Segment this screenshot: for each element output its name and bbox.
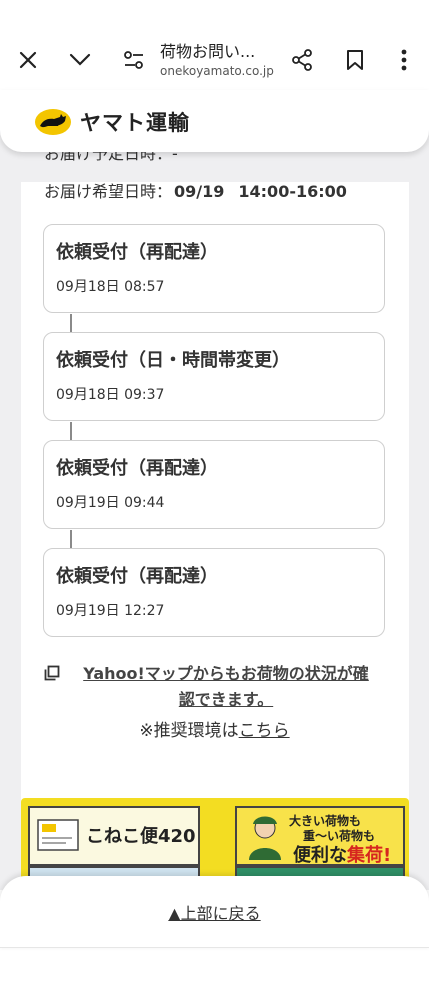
url-display[interactable]: onekoyamato.co.jp [160, 64, 280, 78]
timeline-label: 依頼受付（再配達） [56, 566, 218, 587]
external-window-icon [44, 665, 60, 681]
env-link[interactable]: こちら [239, 721, 290, 741]
back-to-top-link[interactable]: ▲上部に戻る [0, 900, 429, 924]
desired-date: 09/19 [174, 182, 225, 201]
parcel-box-icon [37, 819, 79, 851]
browser-toolbar: 荷物お問い... onekoyamato.co.jp [0, 0, 429, 91]
timeline-datetime: 09月19日 12:27 [56, 603, 165, 619]
timeline-datetime: 09月18日 08:57 [56, 279, 165, 295]
menu-button[interactable] [388, 44, 420, 76]
delivery-driver-icon [249, 816, 281, 860]
yamato-logo[interactable]: ヤマト運輸 [34, 107, 190, 137]
timeline-label: 依頼受付（日・時間帯変更） [56, 350, 290, 371]
site-header: ヤマト運輸 [0, 90, 429, 152]
desired-time: 14:00-16:00 [238, 182, 347, 201]
back-to-top-bar: ▲上部に戻る [0, 876, 429, 948]
more-vert-icon [401, 49, 407, 71]
banner-right-line3a: 便利な [293, 845, 347, 866]
recommended-env: ※推奨環境はこちら [0, 716, 429, 741]
collapse-button[interactable] [64, 44, 96, 76]
chevron-down-icon [69, 53, 91, 66]
desired-label: お届け希望日時： [44, 182, 173, 201]
map-link-line2[interactable]: 認できます。 [179, 690, 273, 709]
tune-icon [124, 51, 143, 69]
timeline-connector [70, 314, 72, 332]
nekoposu-banner[interactable]: こねこ便420 [28, 806, 200, 866]
tab-title[interactable]: 荷物お問い... [160, 38, 278, 62]
banner-left-text: こねこ便420 [86, 826, 196, 847]
timeline-connector [70, 530, 72, 548]
timeline-connector [70, 422, 72, 440]
close-tab-button[interactable] [12, 44, 44, 76]
timeline-label: 依頼受付（再配達） [56, 458, 218, 479]
bookmark-button[interactable] [339, 44, 371, 76]
pickup-banner[interactable]: 大きい荷物も 重～い荷物も 便利な集荷! [235, 806, 405, 866]
yahoo-map-link[interactable]: Yahoo!マップからもお荷物の状況が確 認できます。 [44, 661, 388, 713]
banner-right-line3: 便利な集荷! [293, 841, 391, 867]
close-icon [19, 51, 37, 69]
banner-right-line3b: 集荷! [347, 845, 392, 866]
bottom-divider [0, 947, 429, 948]
desired-delivery: お届け希望日時： 09/19 14:00-16:00 [44, 178, 347, 202]
timeline-datetime: 09月18日 09:37 [56, 387, 165, 403]
black-cat-logo-icon [35, 109, 71, 135]
timeline-label: 依頼受付（再配達） [56, 242, 218, 263]
site-settings-button[interactable] [118, 44, 150, 76]
timeline-item: 依頼受付（再配達） 09月19日 09:44 [43, 440, 385, 529]
env-prefix: ※推奨環境は [139, 721, 239, 741]
timeline-item: 依頼受付（再配達） 09月18日 08:57 [43, 224, 385, 313]
share-button[interactable] [286, 44, 318, 76]
bookmark-icon [347, 50, 363, 70]
logo-text: ヤマト運輸 [80, 111, 190, 135]
timeline-item: 依頼受付（再配達） 09月19日 12:27 [43, 548, 385, 637]
share-icon [292, 49, 312, 71]
timeline-datetime: 09月19日 09:44 [56, 495, 165, 511]
map-link-line1[interactable]: Yahoo!マップからもお荷物の状況が確 [83, 664, 369, 683]
timeline-item: 依頼受付（日・時間帯変更） 09月18日 09:37 [43, 332, 385, 421]
